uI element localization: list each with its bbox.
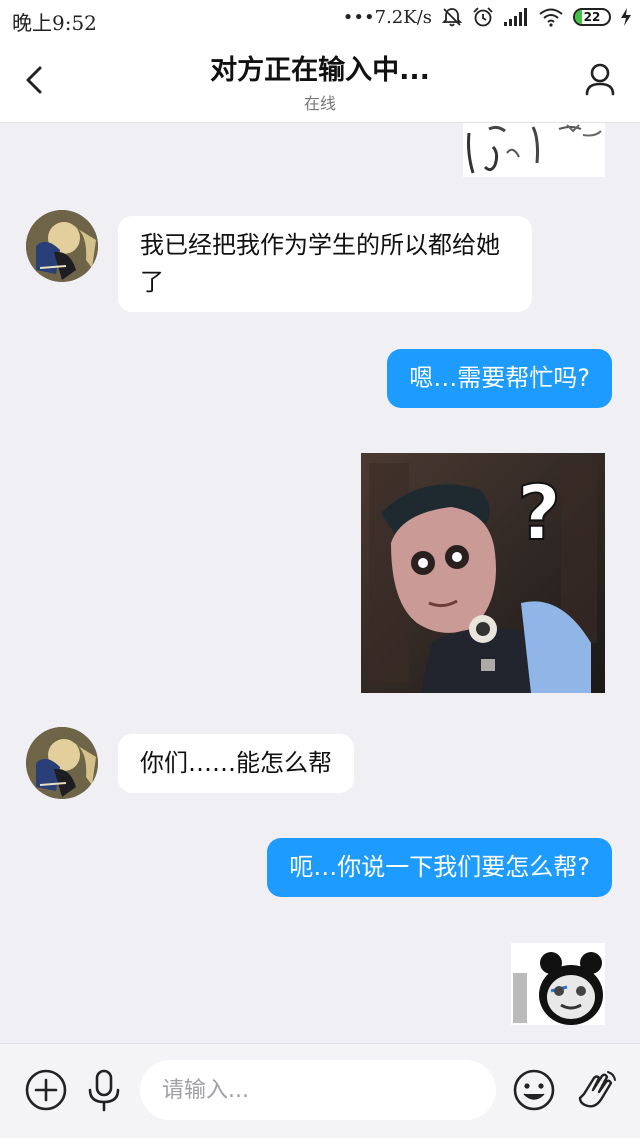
charging-icon <box>621 8 631 26</box>
microphone-icon[interactable] <box>82 1068 126 1112</box>
signal-icon <box>504 8 527 26</box>
battery-level: 22 <box>583 10 601 24</box>
wave-hand-icon[interactable] <box>574 1068 618 1112</box>
puppet-drawing: ? <box>361 453 605 693</box>
status-time: 晚上9:52 <box>12 11 97 35</box>
message-composer <box>0 1043 640 1138</box>
rage-face-drawing <box>467 124 602 174</box>
wifi-icon <box>539 8 563 27</box>
panda-face-sticker[interactable] <box>511 943 605 1025</box>
chat-screen: 晚上9:52 •••7.2K/s 22 对方正在输入中... 在线 我已经把我作… <box>0 0 640 1138</box>
emoji-icon[interactable] <box>512 1068 556 1112</box>
message-bubble-incoming[interactable]: 我已经把我作为学生的所以都给她了 <box>118 216 532 312</box>
message-list[interactable]: 我已经把我作为学生的所以都给她了 嗯…需要帮忙吗? ? 你们……能怎么帮 呃…你… <box>0 123 640 1043</box>
alarm-icon <box>473 7 493 27</box>
panda-drawing <box>513 952 603 1025</box>
avatar-drawing <box>26 210 98 282</box>
person-icon[interactable] <box>582 60 618 100</box>
rage-face-sticker[interactable] <box>463 123 605 177</box>
avatar-drawing <box>26 727 98 799</box>
contact-avatar[interactable] <box>26 210 98 282</box>
plus-circle-icon[interactable] <box>24 1068 68 1112</box>
sticker-question-mark: ? <box>517 468 561 557</box>
battery-icon: 22 <box>573 8 611 26</box>
message-bubble-outgoing[interactable]: 呃…你说一下我们要怎么帮? <box>267 838 612 897</box>
chat-header: 对方正在输入中... 在线 <box>0 40 640 123</box>
contact-avatar[interactable] <box>26 727 98 799</box>
online-status: 在线 <box>303 94 336 113</box>
message-bubble-outgoing[interactable]: 嗯…需要帮忙吗? <box>387 349 612 408</box>
message-bubble-incoming[interactable]: 你们……能怎么帮 <box>118 734 354 793</box>
puppet-question-sticker[interactable]: ? <box>361 453 605 693</box>
chat-title: 对方正在输入中... <box>210 55 430 86</box>
network-speed: •••7.2K/s <box>342 6 432 28</box>
message-input[interactable] <box>140 1060 496 1120</box>
battery-fill <box>575 10 583 24</box>
status-icons: •••7.2K/s 22 <box>343 6 632 28</box>
status-bar: 晚上9:52 •••7.2K/s 22 <box>0 0 640 40</box>
bell-muted-icon <box>441 8 463 27</box>
